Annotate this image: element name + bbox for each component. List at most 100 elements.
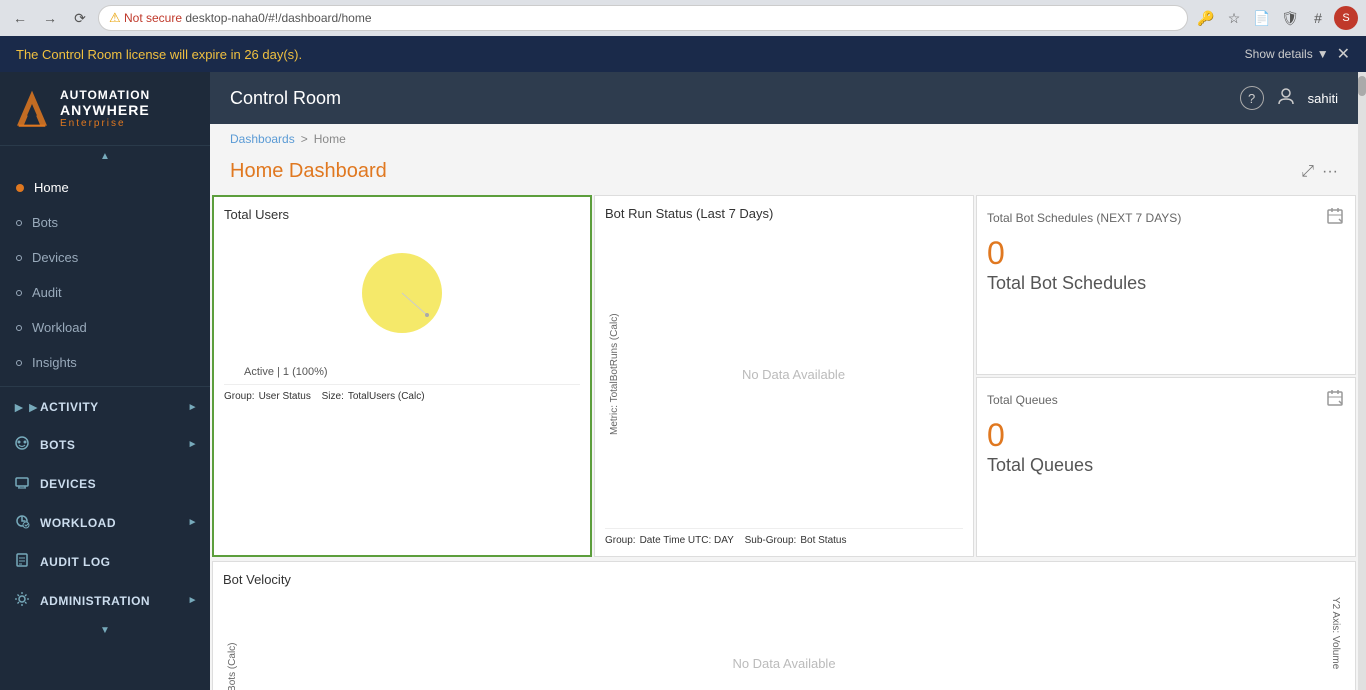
breadcrumb-home: Home bbox=[314, 132, 346, 146]
forward-button[interactable]: → bbox=[38, 6, 62, 30]
reload-button[interactable]: ⟳ bbox=[68, 6, 92, 30]
more-options-icon[interactable]: ··· bbox=[1322, 163, 1338, 181]
breadcrumb-dashboards[interactable]: Dashboards bbox=[230, 132, 295, 146]
help-icon[interactable]: ? bbox=[1240, 86, 1264, 110]
active-label: Active | 1 (100%) bbox=[224, 366, 580, 378]
right-column: Total Bot Schedules (NEXT 7 DAYS) bbox=[976, 195, 1356, 557]
user-icon[interactable] bbox=[1276, 86, 1296, 111]
schedules-count: 0 bbox=[987, 237, 1345, 269]
sidebar-item-bots[interactable]: BOTS ► bbox=[0, 425, 210, 464]
schedules-label: Total Bot Schedules bbox=[987, 273, 1345, 294]
show-details-link[interactable]: Show details ▼ bbox=[1245, 47, 1329, 61]
widget-footer: Group: User Status Size: TotalUsers (Cal… bbox=[224, 384, 580, 402]
chevron-right-icon: ► bbox=[188, 402, 198, 413]
shield-icon[interactable]: 🛡 bbox=[1278, 6, 1302, 30]
app-container: AUTOMATION ANYWHERE Enterprise ▲ Home Bo… bbox=[0, 72, 1366, 690]
pie-chart bbox=[224, 228, 580, 358]
breadcrumb: Dashboards > Home bbox=[210, 124, 1358, 154]
footer-subgroup-value: Bot Status bbox=[800, 535, 846, 546]
bot-run-status-widget: Bot Run Status (Last 7 Days) Metric: Tot… bbox=[594, 195, 974, 557]
sidebar: AUTOMATION ANYWHERE Enterprise ▲ Home Bo… bbox=[0, 72, 210, 690]
y-axis-label: Metric: TotalBotRuns (Calc) bbox=[605, 227, 624, 522]
footer-size-value: TotalUsers (Calc) bbox=[348, 391, 425, 402]
workload-icon bbox=[12, 513, 32, 532]
sidebar-item-label: Bots bbox=[32, 215, 58, 230]
sidebar-item-workload[interactable]: WORKLOAD ► bbox=[0, 503, 210, 542]
schedules-header: Total Bot Schedules (NEXT 7 DAYS) bbox=[987, 206, 1345, 229]
sidebar-item-devices[interactable]: DEVICES bbox=[0, 464, 210, 503]
profile-avatar[interactable]: S bbox=[1334, 6, 1358, 30]
footer-size-label: Size: bbox=[322, 391, 344, 402]
sidebar-item-bots[interactable]: Bots bbox=[0, 205, 210, 240]
sidebar-item-administration[interactable]: ADMINISTRATION ► bbox=[0, 581, 210, 620]
schedules-title: Total Bot Schedules (NEXT 7 DAYS) bbox=[987, 211, 1181, 225]
sidebar-item-activity[interactable]: ►► ACTIVITY ► bbox=[0, 389, 210, 425]
sidebar-item-workload-sub[interactable]: Workload bbox=[0, 310, 210, 345]
sidebar-scroll-up[interactable]: ▲ bbox=[0, 146, 210, 166]
inactive-dot bbox=[16, 220, 22, 226]
dashboard-actions: ⤢ ··· bbox=[1301, 163, 1338, 181]
section-label: ADMINISTRATION bbox=[40, 594, 150, 608]
dashboard-title: Home Dashboard bbox=[230, 160, 387, 183]
activity-icon: ►► bbox=[12, 399, 32, 415]
nav-section-top: Home Bots Devices Audit Workload Insight… bbox=[0, 166, 210, 384]
chevron-right-icon: ► bbox=[188, 439, 198, 450]
inactive-dot bbox=[16, 360, 22, 366]
dashboard-header: Home Dashboard ⤢ ··· bbox=[210, 154, 1358, 193]
velocity-no-data: No Data Available bbox=[242, 593, 1326, 690]
queues-label: Total Queues bbox=[987, 455, 1345, 476]
no-data-message: No Data Available bbox=[624, 227, 963, 522]
inactive-dot bbox=[16, 290, 22, 296]
sidebar-item-audit-log[interactable]: AUDIT LOG bbox=[0, 542, 210, 581]
close-banner-button[interactable]: ✕ bbox=[1337, 44, 1350, 64]
address-bar[interactable]: ⚠ Not secure desktop-naha0/#!/dashboard/… bbox=[98, 5, 1188, 31]
schedules-icon bbox=[1325, 206, 1345, 229]
sidebar-item-label: Devices bbox=[32, 250, 78, 265]
header-icons: ? sahiti bbox=[1240, 86, 1338, 111]
app-header: Control Room ? sahiti bbox=[210, 72, 1358, 124]
content-area: Dashboards > Home Home Dashboard ⤢ ··· T… bbox=[210, 124, 1358, 690]
breadcrumb-separator: > bbox=[301, 132, 308, 146]
queues-title: Total Queues bbox=[987, 393, 1058, 407]
grid-icon[interactable]: # bbox=[1306, 6, 1330, 30]
bot-run-title: Bot Run Status (Last 7 Days) bbox=[605, 206, 963, 221]
bot-velocity-widget: Bot Velocity x6: TotalBots (Calc) No Dat… bbox=[212, 561, 1356, 690]
star-icon[interactable]: ☆ bbox=[1222, 6, 1246, 30]
total-users-title: Total Users bbox=[224, 207, 580, 222]
sidebar-item-home[interactable]: Home bbox=[0, 170, 210, 205]
administration-icon bbox=[12, 591, 32, 610]
section-label: AUDIT LOG bbox=[40, 555, 111, 569]
sidebar-item-insights-sub[interactable]: Insights bbox=[0, 345, 210, 380]
sidebar-item-devices-sub[interactable]: Devices bbox=[0, 240, 210, 275]
velocity-title: Bot Velocity bbox=[223, 572, 1345, 587]
total-bot-schedules-widget: Total Bot Schedules (NEXT 7 DAYS) bbox=[976, 195, 1356, 375]
active-dot bbox=[16, 184, 24, 192]
inactive-dot bbox=[16, 255, 22, 261]
velocity-y-axis: x6: TotalBots (Calc) bbox=[223, 593, 242, 690]
banner-message: The Control Room license will expire in … bbox=[16, 47, 302, 62]
header-title: Control Room bbox=[230, 88, 1240, 109]
section-label: WORKLOAD bbox=[40, 516, 116, 530]
key-icon[interactable]: 🔑 bbox=[1194, 6, 1218, 30]
expand-icon[interactable]: ⤢ bbox=[1301, 163, 1314, 181]
chart-area: Metric: TotalBotRuns (Calc) No Data Avai… bbox=[605, 227, 963, 522]
license-banner: The Control Room license will expire in … bbox=[0, 36, 1366, 72]
scrollbar-thumb[interactable] bbox=[1358, 76, 1366, 96]
not-secure-label: Not secure bbox=[124, 11, 182, 25]
browser-bar: ← → ⟳ ⚠ Not secure desktop-naha0/#!/dash… bbox=[0, 0, 1366, 36]
sidebar-scroll-down[interactable]: ▼ bbox=[0, 620, 210, 640]
pdf-icon[interactable]: 📄 bbox=[1250, 6, 1274, 30]
main-content: Control Room ? sahiti Dashboards > Home bbox=[210, 72, 1358, 690]
inactive-dot bbox=[16, 325, 22, 331]
pie-svg bbox=[352, 243, 452, 343]
scrollbar[interactable] bbox=[1358, 72, 1366, 690]
footer-group-value: User Status bbox=[259, 391, 311, 402]
footer-subgroup-label: Sub-Group: bbox=[745, 535, 797, 546]
bot-run-footer: Group: Date Time UTC: DAY Sub-Group: Bot… bbox=[605, 528, 963, 546]
sidebar-item-audit-sub[interactable]: Audit bbox=[0, 275, 210, 310]
section-label: BOTS bbox=[40, 438, 75, 452]
back-button[interactable]: ← bbox=[8, 6, 32, 30]
divider-1 bbox=[0, 386, 210, 387]
chevron-right-icon: ► bbox=[188, 595, 198, 606]
logo-icon bbox=[12, 89, 52, 129]
